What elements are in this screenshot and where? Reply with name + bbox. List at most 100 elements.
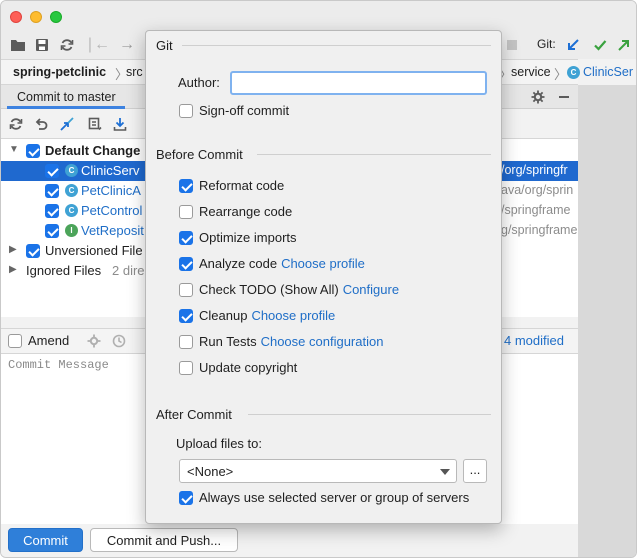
option-label: Run Tests Choose configuration — [199, 334, 384, 349]
choose-profile-link[interactable]: Choose profile — [281, 256, 365, 271]
cleanup-checkbox[interactable] — [179, 309, 193, 323]
commit-button[interactable]: Commit — [8, 528, 83, 552]
file-name: PetClinicA — [81, 183, 141, 198]
run-tests-checkbox[interactable] — [179, 335, 193, 349]
breadcrumb-src[interactable]: src — [126, 65, 143, 79]
author-label: Author: — [178, 75, 220, 90]
unversioned-checkbox[interactable] — [26, 244, 40, 258]
chevron-down-icon[interactable]: ▼ — [9, 144, 19, 155]
interface-icon: I — [65, 224, 78, 237]
commit-options-popup: Git Author: Sign-off commit Before Commi… — [145, 30, 502, 524]
always-use-server-label: Always use selected server or group of s… — [199, 490, 470, 505]
download-icon[interactable] — [111, 115, 129, 133]
option-label: Rearrange code — [199, 204, 293, 219]
editor-gutter — [578, 85, 636, 557]
gear-icon[interactable] — [529, 88, 547, 106]
chevron-right-icon[interactable]: ▶ — [9, 244, 17, 255]
forward-arrow-icon[interactable]: → — [118, 36, 136, 54]
upload-server-select[interactable]: <None> — [179, 459, 457, 483]
stop-icon[interactable] — [507, 40, 517, 50]
ignored-note: 2 dire — [112, 263, 145, 278]
minimize-panel-icon[interactable] — [555, 88, 573, 106]
section-divider — [257, 154, 491, 155]
git-commit-icon[interactable] — [591, 36, 609, 54]
commit-message-placeholder: Commit Message — [8, 358, 109, 372]
choose-profile-link[interactable]: Choose profile — [251, 308, 335, 323]
file-name: PetControl — [81, 203, 143, 218]
option-label: Analyze code Choose profile — [199, 256, 365, 271]
commit-button-bar: Commit Commit and Push... — [1, 524, 578, 557]
shelve-icon[interactable] — [58, 115, 76, 133]
file-path: g/springframe — [501, 223, 578, 237]
file-path: /springframe — [501, 203, 571, 217]
file-checkbox[interactable] — [45, 224, 59, 238]
save-icon[interactable] — [33, 36, 51, 54]
ide-window: | ← → Git: spring-petclinic 〉 src 〉 serv… — [0, 0, 637, 558]
title-bar — [1, 1, 636, 31]
class-icon: C — [65, 184, 78, 197]
breadcrumb-service[interactable]: service — [511, 65, 551, 79]
signoff-checkbox[interactable] — [179, 104, 193, 118]
tab-commit-to-master[interactable]: Commit to master — [17, 90, 116, 104]
file-path: /org/springfr — [501, 163, 568, 177]
option-label: Cleanup Choose profile — [199, 308, 336, 323]
section-divider — [248, 414, 491, 415]
analyze-code-checkbox[interactable] — [179, 257, 193, 271]
reformat-code-checkbox[interactable] — [179, 179, 193, 193]
rearrange-code-checkbox[interactable] — [179, 205, 193, 219]
minimize-window-button[interactable] — [30, 11, 42, 23]
file-path: ava/org/sprin — [501, 183, 574, 197]
changelist-checkbox[interactable] — [26, 144, 40, 158]
clock-icon[interactable] — [110, 332, 128, 350]
git-push-icon[interactable] — [615, 36, 633, 54]
class-icon: C — [65, 164, 78, 177]
before-commit-section-title: Before Commit — [156, 147, 243, 162]
file-checkbox[interactable] — [45, 204, 59, 218]
class-icon: C — [65, 204, 78, 217]
signoff-label: Sign-off commit — [199, 103, 290, 118]
git-section-title: Git — [156, 38, 173, 53]
modified-count[interactable]: 4 modified — [504, 333, 564, 348]
always-use-server-checkbox[interactable] — [179, 491, 193, 505]
changelist-label: Default Change — [45, 143, 141, 158]
file-name: VetReposit — [81, 223, 144, 238]
amend-label: Amend — [28, 333, 70, 348]
rollback-icon[interactable] — [32, 115, 50, 133]
git-toolbar-label: Git: — [537, 37, 556, 51]
option-label: Reformat code — [199, 178, 285, 193]
choose-configuration-link[interactable]: Choose configuration — [261, 334, 384, 349]
commit-and-push-button[interactable]: Commit and Push... — [90, 528, 238, 552]
breadcrumb-separator-icon: 〉 — [554, 67, 568, 82]
option-label: Update copyright — [199, 360, 298, 375]
chevron-down-icon — [440, 469, 450, 475]
option-label: Optimize imports — [199, 230, 297, 245]
upload-server-value: <None> — [187, 464, 234, 479]
sync-icon[interactable] — [58, 36, 76, 54]
update-copyright-checkbox[interactable] — [179, 361, 193, 375]
author-field[interactable] — [230, 71, 487, 95]
upload-label: Upload files to: — [176, 436, 262, 451]
zoom-window-button[interactable] — [50, 11, 62, 23]
git-update-icon[interactable] — [564, 36, 582, 54]
file-name: ClinicServ — [81, 163, 140, 178]
file-checkbox[interactable] — [45, 164, 59, 178]
check-todo-checkbox[interactable] — [179, 283, 193, 297]
after-commit-section-title: After Commit — [156, 407, 232, 422]
ignored-label: Ignored Files — [26, 263, 102, 278]
optimize-imports-checkbox[interactable] — [179, 231, 193, 245]
amend-checkbox[interactable] — [8, 334, 22, 348]
back-arrow-icon[interactable]: ← — [93, 36, 111, 54]
breadcrumb-project[interactable]: spring-petclinic — [13, 65, 106, 79]
breadcrumb-class[interactable]: ClinicSer — [583, 65, 633, 79]
section-divider — [182, 45, 491, 46]
file-checkbox[interactable] — [45, 184, 59, 198]
option-label: Check TODO (Show All) Configure — [199, 282, 400, 297]
close-window-button[interactable] — [10, 11, 22, 23]
chevron-right-icon[interactable]: ▶ — [9, 264, 17, 275]
gear-icon[interactable] — [85, 332, 103, 350]
diff-icon[interactable] — [86, 115, 104, 133]
open-folder-icon[interactable] — [9, 36, 27, 54]
configure-link[interactable]: Configure — [343, 282, 399, 297]
refresh-icon[interactable] — [7, 115, 25, 133]
browse-servers-button[interactable]: ... — [463, 459, 487, 483]
